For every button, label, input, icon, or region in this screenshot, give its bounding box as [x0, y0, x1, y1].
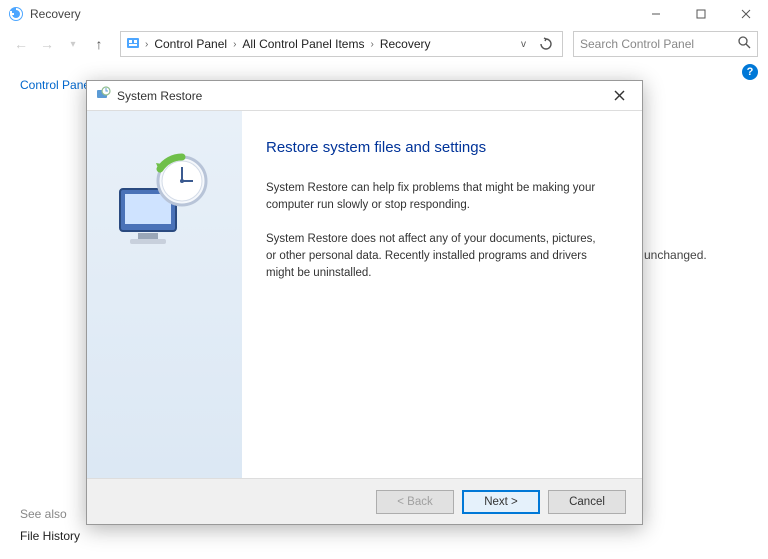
search-placeholder: Search Control Panel: [580, 37, 694, 51]
chevron-right-icon: ›: [145, 39, 148, 50]
chevron-down-icon[interactable]: v: [521, 39, 526, 50]
next-button[interactable]: Next >: [462, 490, 540, 514]
control-panel-icon: [125, 36, 141, 52]
search-icon: [738, 36, 751, 52]
refresh-button[interactable]: [534, 32, 558, 56]
system-restore-clock-icon: [110, 151, 220, 251]
system-restore-icon: [95, 86, 111, 105]
search-input[interactable]: Search Control Panel: [573, 31, 758, 57]
file-history-link[interactable]: File History: [20, 529, 80, 543]
back-button: < Back: [376, 490, 454, 514]
dialog-body: Restore system files and settings System…: [87, 111, 642, 478]
system-restore-dialog: System Restore: [86, 80, 643, 525]
minimize-button[interactable]: [633, 0, 678, 28]
window-controls: [633, 0, 768, 28]
dialog-sidebar: [87, 111, 242, 478]
navbar: ← → ▾ ↑ › Control Panel › All Control Pa…: [0, 28, 768, 60]
breadcrumb[interactable]: › Control Panel › All Control Panel Item…: [120, 31, 563, 57]
dialog-heading: Restore system files and settings: [266, 139, 618, 156]
dialog-paragraph: System Restore does not affect any of yo…: [266, 231, 606, 281]
nav-up-button[interactable]: ↑: [88, 33, 110, 55]
background-text-fragment: ic unchanged.: [632, 248, 707, 262]
dialog-close-button[interactable]: [604, 82, 634, 110]
maximize-button[interactable]: [678, 0, 723, 28]
dialog-title: System Restore: [117, 89, 604, 103]
breadcrumb-item[interactable]: Control Panel: [152, 37, 229, 51]
dialog-footer: < Back Next > Cancel: [87, 478, 642, 524]
cancel-button[interactable]: Cancel: [548, 490, 626, 514]
chevron-right-icon: ›: [233, 39, 236, 50]
dialog-content: Restore system files and settings System…: [242, 111, 642, 478]
dialog-titlebar: System Restore: [87, 81, 642, 111]
recovery-app-icon: [8, 6, 24, 22]
close-button[interactable]: [723, 0, 768, 28]
breadcrumb-item[interactable]: Recovery: [378, 37, 433, 51]
nav-forward-button[interactable]: →: [36, 33, 58, 55]
breadcrumb-item[interactable]: All Control Panel Items: [240, 37, 366, 51]
recent-locations-button[interactable]: ▾: [62, 33, 84, 55]
dialog-paragraph: System Restore can help fix problems tha…: [266, 180, 606, 213]
nav-back-button[interactable]: ←: [10, 33, 32, 55]
chevron-right-icon: ›: [370, 39, 373, 50]
see-also-heading: See also: [20, 507, 67, 521]
